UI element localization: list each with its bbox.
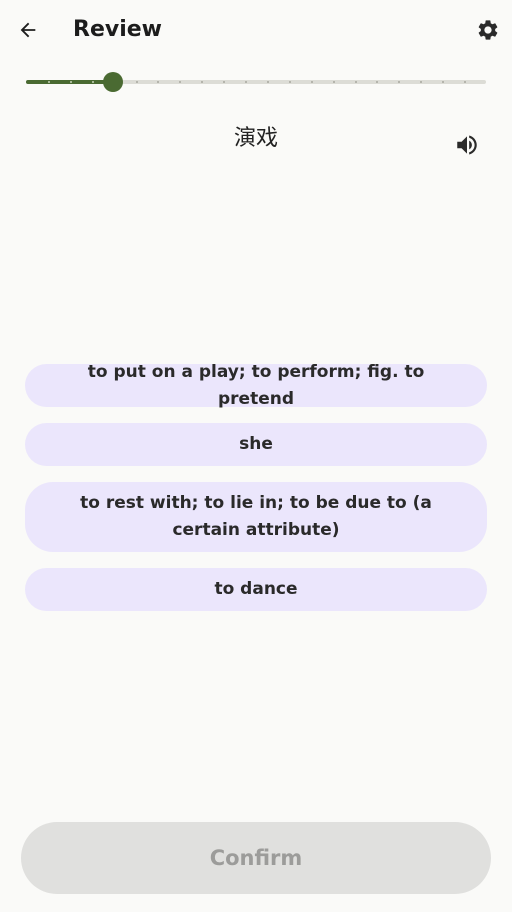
slider-tick — [464, 81, 466, 83]
answer-option-4[interactable]: to dance — [25, 568, 487, 611]
slider-tick — [70, 81, 72, 83]
slider-tick — [420, 81, 422, 83]
slider-tick — [376, 81, 378, 83]
gear-icon — [478, 20, 498, 40]
speaker-icon — [457, 135, 477, 155]
confirm-button[interactable]: Confirm — [21, 822, 491, 894]
review-screen: Review 演戏 to put on a play; to perform; … — [0, 0, 512, 912]
slider-tick — [245, 81, 247, 83]
answer-option-1[interactable]: to put on a play; to perform; fig. to pr… — [25, 362, 487, 409]
slider-tick — [333, 81, 335, 83]
slider-tick — [179, 81, 181, 83]
progress-slider[interactable] — [26, 70, 486, 94]
answer-option-2[interactable]: she — [25, 423, 487, 466]
slider-tick — [267, 81, 269, 83]
slider-tick — [311, 81, 313, 83]
slider-tick — [355, 81, 357, 83]
top-app-bar: Review — [0, 0, 512, 62]
slider-tick — [157, 81, 159, 83]
settings-button[interactable] — [472, 14, 504, 46]
play-audio-button[interactable] — [450, 128, 484, 162]
slider-thumb[interactable] — [103, 72, 123, 92]
slider-tick — [398, 81, 400, 83]
slider-tick — [136, 81, 138, 83]
slider-tick — [48, 81, 50, 83]
page-title: Review — [73, 17, 162, 42]
slider-tick — [289, 81, 291, 83]
arrow-left-icon — [20, 22, 36, 38]
slider-tick — [223, 81, 225, 83]
slider-tick — [201, 81, 203, 83]
slider-tick — [92, 81, 94, 83]
answer-option-3[interactable]: to rest with; to lie in; to be due to (a… — [25, 482, 487, 552]
back-button[interactable] — [10, 12, 46, 48]
slider-tick — [442, 81, 444, 83]
question-word: 演戏 — [233, 126, 278, 151]
